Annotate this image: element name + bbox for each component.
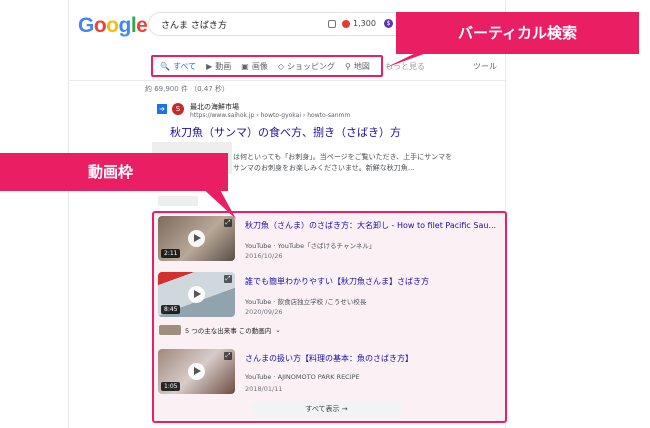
callout-vertical-search: バーティカル検索 (396, 12, 639, 54)
annotation-pointers (200, 46, 446, 219)
callout-video-frame: 動画枠 (0, 153, 228, 191)
